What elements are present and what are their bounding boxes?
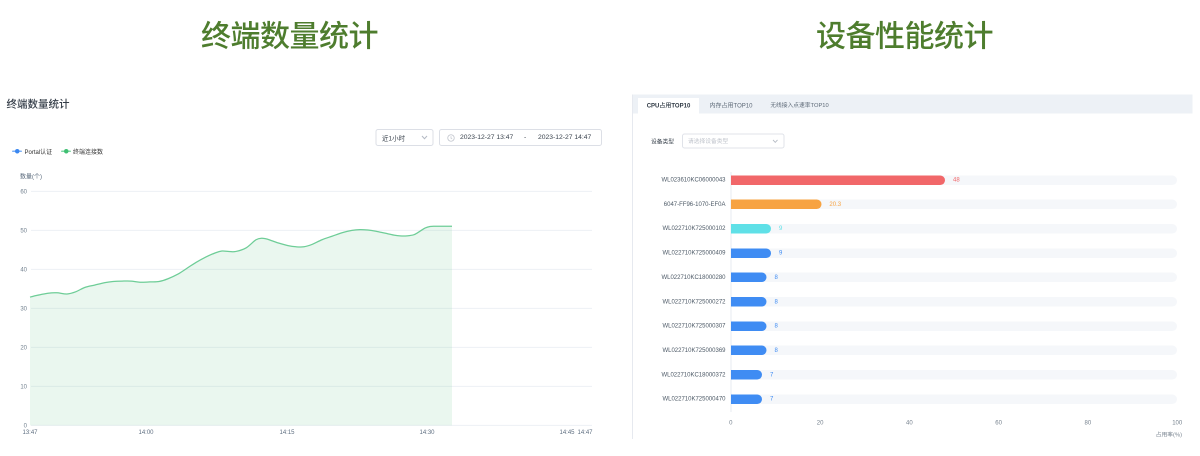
svg-text:0: 0 — [24, 424, 28, 430]
svg-text:14:47: 14:47 — [577, 430, 593, 436]
svg-text:14:15: 14:15 — [279, 430, 295, 436]
svg-text:14:00: 14:00 — [138, 430, 154, 436]
svg-text:30: 30 — [20, 307, 27, 313]
svg-text:50: 50 — [20, 229, 27, 235]
svg-text:60: 60 — [20, 190, 27, 196]
svg-text:10: 10 — [20, 385, 27, 391]
svg-text:13:47: 13:47 — [22, 430, 38, 436]
svg-text:20: 20 — [20, 346, 27, 352]
svg-text:14:45: 14:45 — [559, 430, 575, 436]
svg-text:14:30: 14:30 — [419, 430, 435, 436]
svg-text:40: 40 — [20, 268, 27, 274]
